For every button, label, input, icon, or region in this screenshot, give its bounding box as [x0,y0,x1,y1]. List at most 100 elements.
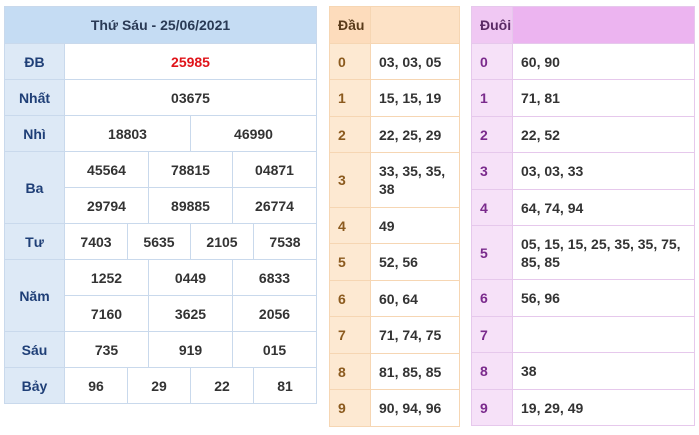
tail-value: 64, 74, 94 [512,189,695,226]
prize-value: 89885 [148,187,233,224]
prize-label: Sáu [4,331,65,368]
head-row: 7 71, 74, 75 [329,316,460,354]
prize-value: 7538 [253,223,317,260]
prize-value: 2056 [232,295,317,332]
prize-label: Nhì [4,115,65,152]
prize-row-db: ĐB 25985 [4,43,317,80]
prize-label: ĐB [4,43,65,80]
head-row: 5 52, 56 [329,243,460,281]
prize-value: 7403 [64,223,128,260]
prize-value: 78815 [148,151,233,188]
prize-value: 2105 [190,223,254,260]
prize-value-special: 25985 [64,43,317,80]
head-value: 60, 64 [370,280,460,317]
tail-value: 03, 03, 33 [512,152,695,190]
tail-key: 1 [471,79,513,117]
head-title: Đầu [329,6,371,44]
prize-label: Tư [4,223,65,260]
prize-value: 5635 [127,223,191,260]
head-value: 03, 03, 05 [370,43,460,80]
prize-row-ba: Ba 45564 78815 04871 [4,151,317,224]
head-row: 3 33, 35, 35, 38 [329,152,460,208]
tail-header-row: Đuôi [471,6,695,44]
prize-row-nhi: Nhì 18803 46990 [4,115,317,152]
tail-row: 2 22, 52 [471,116,695,153]
head-key: 9 [329,389,371,427]
tail-row: 8 38 [471,352,695,390]
prize-label: Năm [4,259,65,332]
tail-key: 2 [471,116,513,153]
prize-value: 29794 [64,187,149,224]
head-row: 1 15, 15, 19 [329,79,460,117]
tail-key: 7 [471,316,513,353]
head-key: 2 [329,116,371,153]
tail-key: 6 [471,279,513,317]
tail-value: 60, 90 [512,43,695,80]
prize-label: Ba [4,151,65,224]
tail-header-blank [512,6,695,44]
head-header-blank [370,6,460,44]
tail-key: 3 [471,152,513,190]
head-header-row: Đầu [329,6,460,44]
tail-value: 05, 15, 15, 25, 35, 35, 75, 85, 85 [512,225,695,280]
results-header-row: Thứ Sáu - 25/06/2021 [4,6,317,44]
head-key: 8 [329,353,371,390]
tail-value [512,316,695,353]
prize-value: 03675 [64,79,317,116]
tail-key: 4 [471,189,513,226]
prize-value: 3625 [148,295,233,332]
tail-row: 1 71, 81 [471,79,695,117]
head-value: 22, 25, 29 [370,116,460,153]
prize-value: 1252 [64,259,149,296]
tail-value: 38 [512,352,695,390]
tail-value: 19, 29, 49 [512,389,695,426]
head-key: 3 [329,152,371,208]
head-key: 5 [329,243,371,281]
tail-key: 8 [471,352,513,390]
prize-row-tu: Tư 7403 5635 2105 7538 [4,223,317,260]
head-row: 8 81, 85, 85 [329,353,460,390]
tail-row: 9 19, 29, 49 [471,389,695,426]
head-value: 52, 56 [370,243,460,281]
prize-value: 18803 [64,115,191,152]
prize-row-sau: Sáu 735 919 015 [4,331,317,368]
tail-row: 4 64, 74, 94 [471,189,695,226]
results-title: Thứ Sáu - 25/06/2021 [4,6,317,44]
head-value: 49 [370,207,460,244]
head-key: 1 [329,79,371,117]
head-row: 9 90, 94, 96 [329,389,460,427]
prize-row-nhat: Nhất 03675 [4,79,317,116]
head-value: 71, 74, 75 [370,316,460,354]
prize-value: 46990 [190,115,317,152]
head-value: 33, 35, 35, 38 [370,152,460,208]
tail-row: 6 56, 96 [471,279,695,317]
prize-row-nam: Năm 1252 0449 6833 [4,259,317,332]
tail-key: 9 [471,389,513,426]
head-value: 81, 85, 85 [370,353,460,390]
prize-value: 22 [190,367,254,404]
head-key: 7 [329,316,371,354]
prize-value: 26774 [232,187,317,224]
prize-value: 015 [232,331,317,368]
prize-label: Bảy [4,367,65,404]
head-row: 4 49 [329,207,460,244]
prize-value: 7160 [64,295,149,332]
head-table: Đầu 0 03, 03, 05 1 15, 15, 19 2 22, 25, 29 … [329,6,460,427]
prize-value: 96 [64,367,128,404]
tail-value: 71, 81 [512,79,695,117]
tail-row: 0 60, 90 [471,43,695,80]
tail-table: Đuôi 0 60, 90 1 71, 81 2 22, 52 3 03, 03, 33… [471,6,695,426]
prize-value: 735 [64,331,149,368]
results-table: Thứ Sáu - 25/06/2021 ĐB 25985 Nhất 03675… [4,6,317,404]
tail-row: 7 [471,316,695,353]
prize-value: 04871 [232,151,317,188]
head-key: 4 [329,207,371,244]
tail-key: 5 [471,225,513,280]
tail-value: 22, 52 [512,116,695,153]
tail-row: 5 05, 15, 15, 25, 35, 35, 75, 85, 85 [471,225,695,280]
head-key: 0 [329,43,371,80]
head-row: 6 60, 64 [329,280,460,317]
prize-row-bay: Bảy 96 29 22 81 [4,367,317,404]
tail-key: 0 [471,43,513,80]
tail-value: 56, 96 [512,279,695,317]
